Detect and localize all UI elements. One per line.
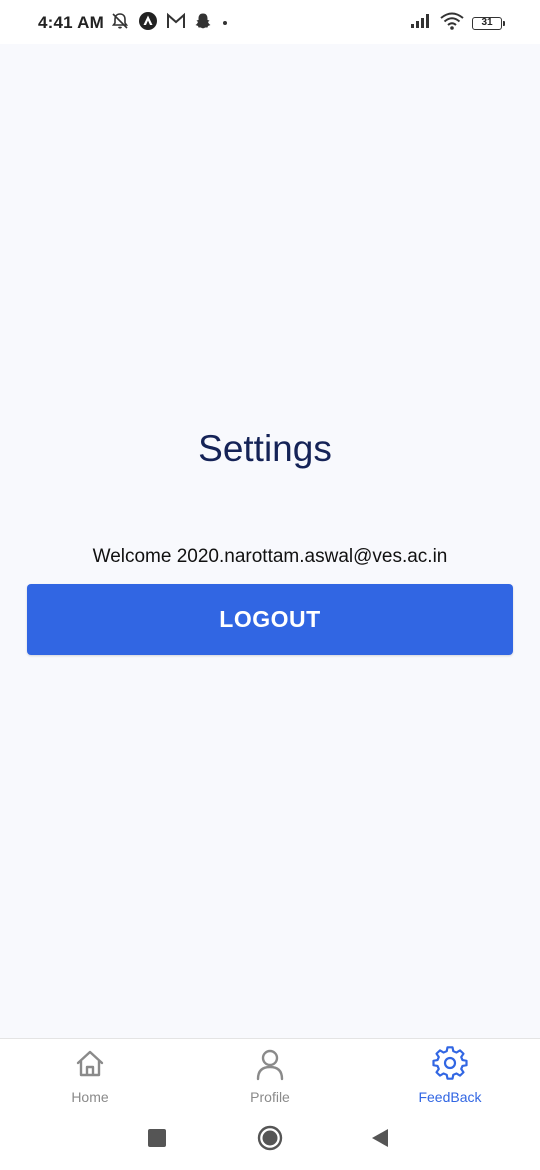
back-triangle-icon	[372, 1129, 388, 1147]
bottom-nav: Home Profile FeedBack	[0, 1038, 540, 1105]
nav-item-profile[interactable]: Profile	[180, 1039, 360, 1106]
signal-icon	[410, 13, 432, 34]
gear-icon	[432, 1046, 468, 1082]
back-button[interactable]	[370, 1127, 390, 1149]
logout-button[interactable]: LOGOUT	[27, 584, 513, 655]
home-circle-icon	[257, 1125, 283, 1151]
battery-icon: 31	[472, 16, 505, 30]
welcome-text: Welcome 2020.narottam.aswal@ves.ac.in	[92, 546, 448, 567]
status-bar: 4:41 AM 31	[0, 0, 540, 44]
app-icon	[138, 11, 158, 36]
settings-screen: 4:41 AM 31 Settings Welcome 2020.narotta…	[0, 0, 540, 1170]
recents-button[interactable]	[148, 1129, 166, 1147]
mute-icon	[110, 11, 130, 36]
wifi-icon	[440, 12, 464, 35]
gmail-icon	[166, 12, 186, 35]
system-nav-bar	[0, 1105, 540, 1170]
nav-label-profile: Profile	[250, 1089, 290, 1105]
nav-label-feedback: FeedBack	[418, 1089, 482, 1105]
page-title: Settings	[198, 428, 332, 469]
notification-icons	[110, 11, 230, 36]
person-icon	[252, 1046, 288, 1082]
home-icon	[72, 1046, 108, 1082]
nav-label-home: Home	[71, 1089, 109, 1105]
status-time: 4:41 AM	[38, 13, 104, 32]
nav-item-feedback[interactable]: FeedBack	[360, 1039, 540, 1106]
system-status-icons: 31	[410, 12, 505, 35]
home-button[interactable]	[257, 1125, 283, 1151]
dot-icon	[220, 12, 230, 35]
nav-item-home[interactable]: Home	[0, 1039, 180, 1106]
snapchat-icon	[194, 12, 212, 35]
